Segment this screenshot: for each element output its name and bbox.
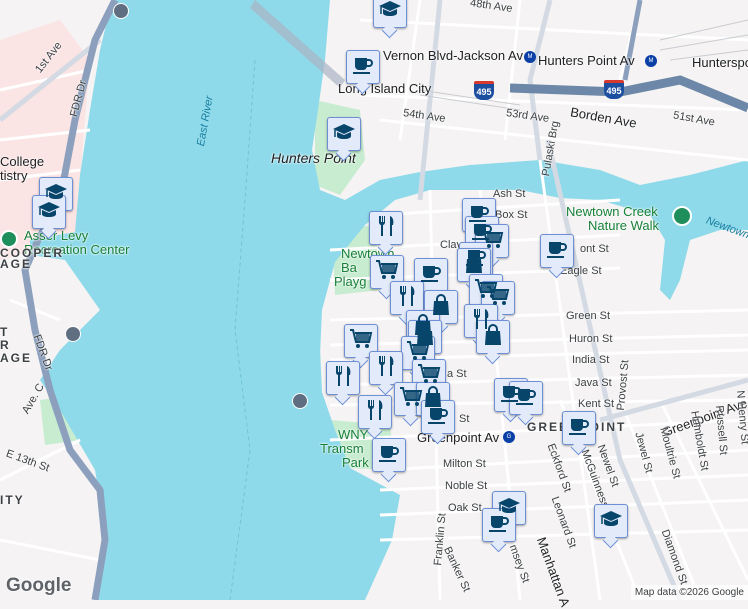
label-oak-st: Oak St [448, 502, 482, 514]
poi-marker-restaurant[interactable] [326, 361, 360, 395]
label-t: T [0, 325, 10, 339]
label-dentistry: tistry [0, 168, 28, 183]
label-village: AGE [0, 257, 33, 271]
label-vernon-station: Vernon Blvd-Jackson Av [383, 48, 523, 63]
school-icon [332, 122, 356, 147]
label-r: R [0, 338, 11, 352]
cafe-icon [515, 386, 537, 411]
restaurant-icon [333, 365, 353, 392]
cafe-icon [378, 443, 400, 468]
poi-marker-school[interactable] [327, 117, 361, 151]
poi-marker-restaurant[interactable] [358, 395, 392, 429]
cafe-icon [352, 55, 374, 80]
school-icon [599, 509, 623, 534]
label-barge: Ba [341, 260, 357, 275]
subway-icon: G [503, 431, 515, 443]
label-noble-st: Noble St [445, 480, 488, 492]
restaurant-icon [376, 215, 396, 242]
restaurant-icon [365, 399, 385, 426]
poi-marker-cafe[interactable] [421, 400, 455, 434]
label-green-st: Green St [566, 310, 611, 322]
label-kent-st: Kent St [578, 398, 615, 410]
label-newtown-creek: Newtown Creek [566, 204, 658, 219]
grocery-icon [349, 328, 373, 355]
cafe-icon [546, 239, 568, 264]
poi-marker-restaurant[interactable] [369, 211, 403, 245]
cafe-icon [427, 405, 449, 430]
label-india-st: India St [572, 354, 610, 366]
label-huron-st: Huron St [569, 333, 613, 345]
label-hunters-point-av: Hunters Point Av [538, 53, 635, 68]
label-box-st: Box St [495, 209, 528, 221]
restaurant-icon [397, 285, 417, 312]
google-logo: Google [6, 575, 72, 596]
subway-icon: M [645, 55, 657, 67]
label-wny: WNY [338, 427, 369, 442]
shop-icon [483, 323, 503, 351]
school-icon [378, 0, 402, 24]
label-java-st: Java St [575, 377, 612, 389]
label-milton-st: Milton St [443, 458, 486, 470]
restaurant-icon [376, 355, 396, 382]
label-asser-levy: Asser Levy [24, 228, 89, 243]
label-city: ITY [0, 493, 25, 507]
label-dupont-st: ont St [580, 243, 609, 255]
poi-marker-cafe[interactable] [372, 438, 406, 472]
poi-marker-restaurant[interactable] [369, 351, 403, 385]
label-java-st-2: a St [447, 368, 467, 380]
poi-marker-cafe[interactable] [562, 411, 596, 445]
label-hunterspoint: Hunterspo [692, 55, 748, 70]
poi-marker-school[interactable] [373, 0, 407, 28]
poi-marker-cafe[interactable] [346, 50, 380, 84]
park-tree-icon[interactable] [672, 206, 692, 226]
label-st: St [459, 413, 470, 425]
poi-marker-school[interactable] [32, 195, 66, 229]
ferry-icon[interactable] [65, 326, 81, 342]
label-playground: Playg [334, 274, 367, 289]
label-village-2: AGE [0, 351, 33, 365]
poi-marker-school[interactable] [594, 504, 628, 538]
label-nature-walk: Nature Walk [588, 218, 660, 233]
poi-marker-cafe[interactable] [509, 381, 543, 415]
label-college: College [0, 154, 45, 169]
ferry-icon[interactable] [113, 3, 129, 19]
subway-icon: M [524, 51, 536, 63]
cafe-icon [488, 513, 510, 538]
label-ash-st: Ash St [493, 188, 526, 200]
label-transmitter: Transm [320, 441, 364, 456]
map-attribution[interactable]: Map data ©2026 Google [630, 585, 748, 600]
cafe-icon [568, 416, 590, 441]
label-park: Park [342, 455, 369, 470]
ferry-icon[interactable] [292, 393, 308, 409]
school-icon [37, 200, 61, 225]
poi-marker-cafe[interactable] [540, 234, 574, 268]
interstate-shield: 495 [474, 81, 494, 100]
interstate-shield: 495 [604, 80, 624, 99]
